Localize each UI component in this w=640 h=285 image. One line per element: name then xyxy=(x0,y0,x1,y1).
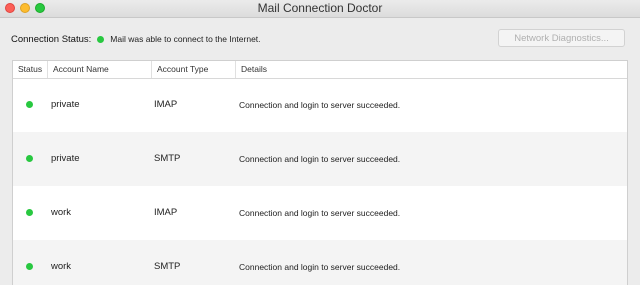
connection-status-indicator-icon xyxy=(97,35,105,43)
status-ok-icon xyxy=(26,263,33,270)
status-ok-icon xyxy=(26,155,33,162)
details-cell: Connection and login to server succeeded… xyxy=(239,262,401,272)
status-ok-icon xyxy=(26,101,33,108)
window-title: Mail Connection Doctor xyxy=(257,1,383,15)
details-cell: Connection and login to server succeeded… xyxy=(239,154,401,164)
account-name-cell: private xyxy=(51,153,80,164)
connection-status-message: Mail was able to connect to the Internet… xyxy=(110,34,261,44)
window-titlebar: Mail Connection Doctor xyxy=(0,0,640,18)
network-diagnostics-button[interactable]: Network Diagnostics... xyxy=(498,29,625,47)
accounts-table: Status Account Name Account Type Details… xyxy=(12,60,628,285)
connection-status-row: Connection Status: Mail was able to conn… xyxy=(11,32,261,46)
column-header-status[interactable]: Status xyxy=(13,61,47,78)
connection-status-label: Connection Status: xyxy=(11,33,92,45)
account-name-cell: private xyxy=(51,99,80,110)
status-ok-icon xyxy=(26,209,33,216)
details-cell: Connection and login to server succeeded… xyxy=(239,208,401,218)
table-row[interactable]: private IMAP Connection and login to ser… xyxy=(13,78,627,132)
column-header-account-type[interactable]: Account Type xyxy=(151,61,235,78)
details-cell: Connection and login to server succeeded… xyxy=(239,100,401,110)
account-type-cell: SMTP xyxy=(154,153,181,164)
column-header-account-name[interactable]: Account Name xyxy=(47,61,151,78)
table-row[interactable]: private SMTP Connection and login to ser… xyxy=(13,132,627,186)
account-name-cell: work xyxy=(51,207,72,218)
table-row[interactable]: work IMAP Connection and login to server… xyxy=(13,186,627,240)
account-type-cell: IMAP xyxy=(154,99,178,110)
column-header-details[interactable]: Details xyxy=(235,61,627,78)
account-type-cell: SMTP xyxy=(154,261,181,272)
account-name-cell: work xyxy=(51,261,72,272)
table-header: Status Account Name Account Type Details xyxy=(13,61,627,79)
account-type-cell: IMAP xyxy=(154,207,178,218)
table-row[interactable]: work SMTP Connection and login to server… xyxy=(13,240,627,285)
